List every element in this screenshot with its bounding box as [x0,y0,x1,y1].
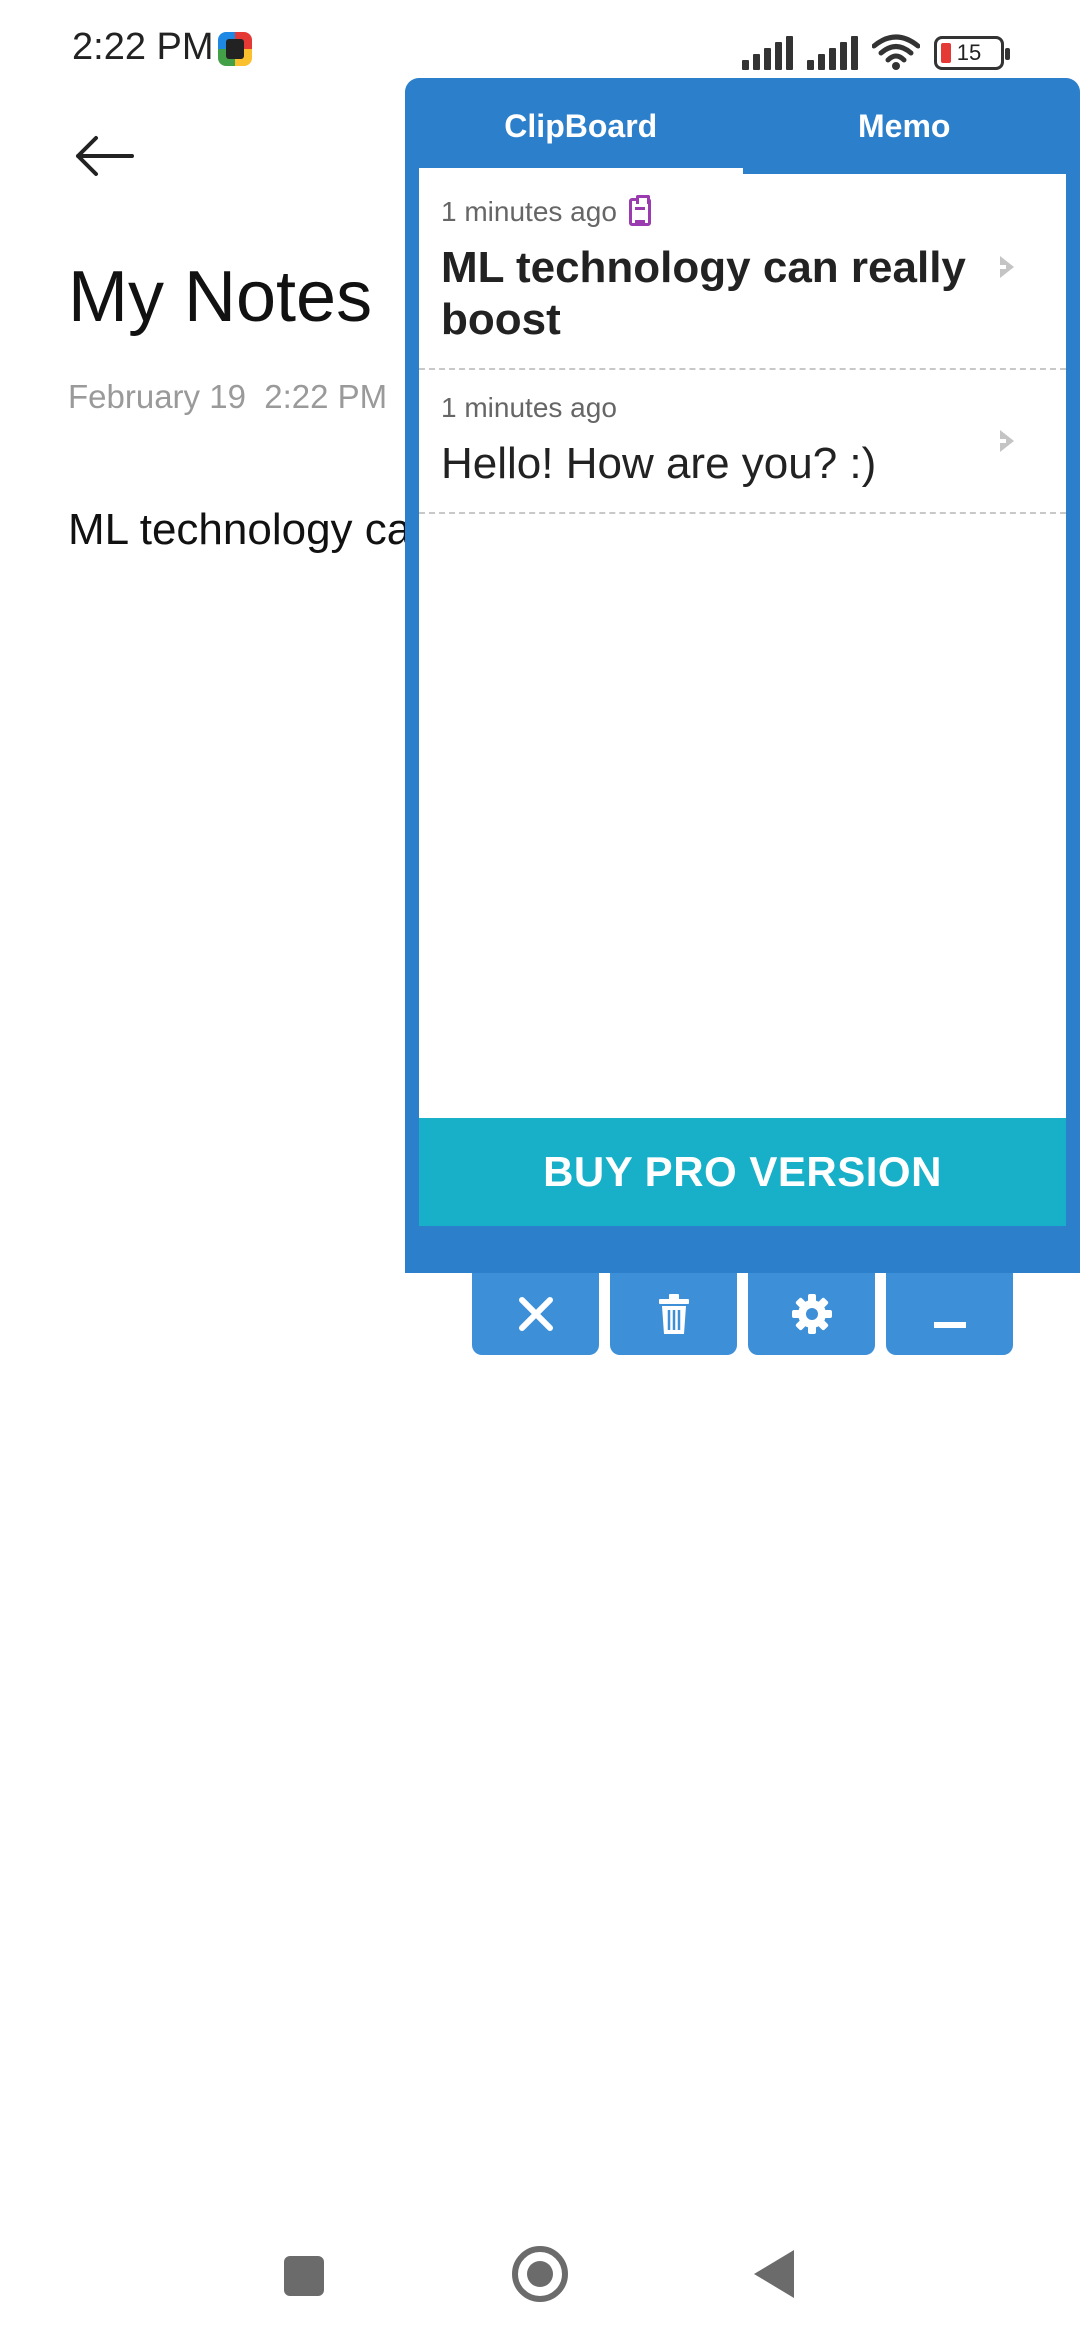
note-date: February 19 2:22 PM [68,378,388,415]
delete-button[interactable] [610,1273,737,1355]
clipboard-panel: ClipBoard Memo 1 minutes ago ML technolo… [405,78,1080,1273]
item-time: 1 minutes ago [441,196,617,227]
chevron-right-icon[interactable] [996,428,1018,454]
buy-pro-button[interactable]: BUY PRO VERSION [419,1118,1066,1226]
wifi-icon [871,34,921,70]
buy-pro-label: BUY PRO VERSION [543,1148,942,1195]
trash-icon [658,1294,689,1334]
settings-button[interactable] [748,1273,875,1355]
app-notification-icon [218,32,252,66]
arrow-left-icon [76,136,134,176]
signal-icon [807,36,858,70]
battery-icon: 15 [934,36,1010,70]
close-icon [518,1297,553,1331]
item-text: ML technology can really boost [441,243,966,344]
tab-memo[interactable]: Memo [743,78,1067,174]
panel-actions [472,1273,1013,1355]
back-triangle-icon[interactable] [754,2250,794,2298]
note-title[interactable]: My Notes [68,256,372,338]
list-item[interactable]: 1 minutes ago Hello! How are you? :) [419,370,1066,514]
item-meta: 1 minutes ago [441,392,1006,424]
minimize-button[interactable] [886,1273,1013,1355]
item-meta: 1 minutes ago [441,195,1006,228]
gear-icon [791,1294,832,1334]
item-time: 1 minutes ago [441,392,617,423]
clipboard-list: 1 minutes ago ML technology can really b… [419,174,1066,1226]
chevron-right-icon[interactable] [996,254,1018,280]
status-time: 2:22 PM [72,26,214,68]
recent-apps-icon[interactable] [284,2256,324,2296]
signal-icon [742,36,793,70]
status-icons: 15 [742,30,1010,70]
item-text: Hello! How are you? :) [441,439,877,488]
panel-tabs: ClipBoard Memo [419,78,1066,174]
tab-clipboard[interactable]: ClipBoard [419,78,743,174]
list-item[interactable]: 1 minutes ago ML technology can really b… [419,174,1066,370]
back-button[interactable] [72,120,152,192]
close-button[interactable] [472,1273,599,1355]
battery-level: 15 [956,40,982,65]
home-icon[interactable] [512,2246,568,2302]
minimize-icon [933,1322,966,1328]
note-body[interactable]: ML technology ca [68,505,411,555]
clipboard-icon [628,195,651,226]
